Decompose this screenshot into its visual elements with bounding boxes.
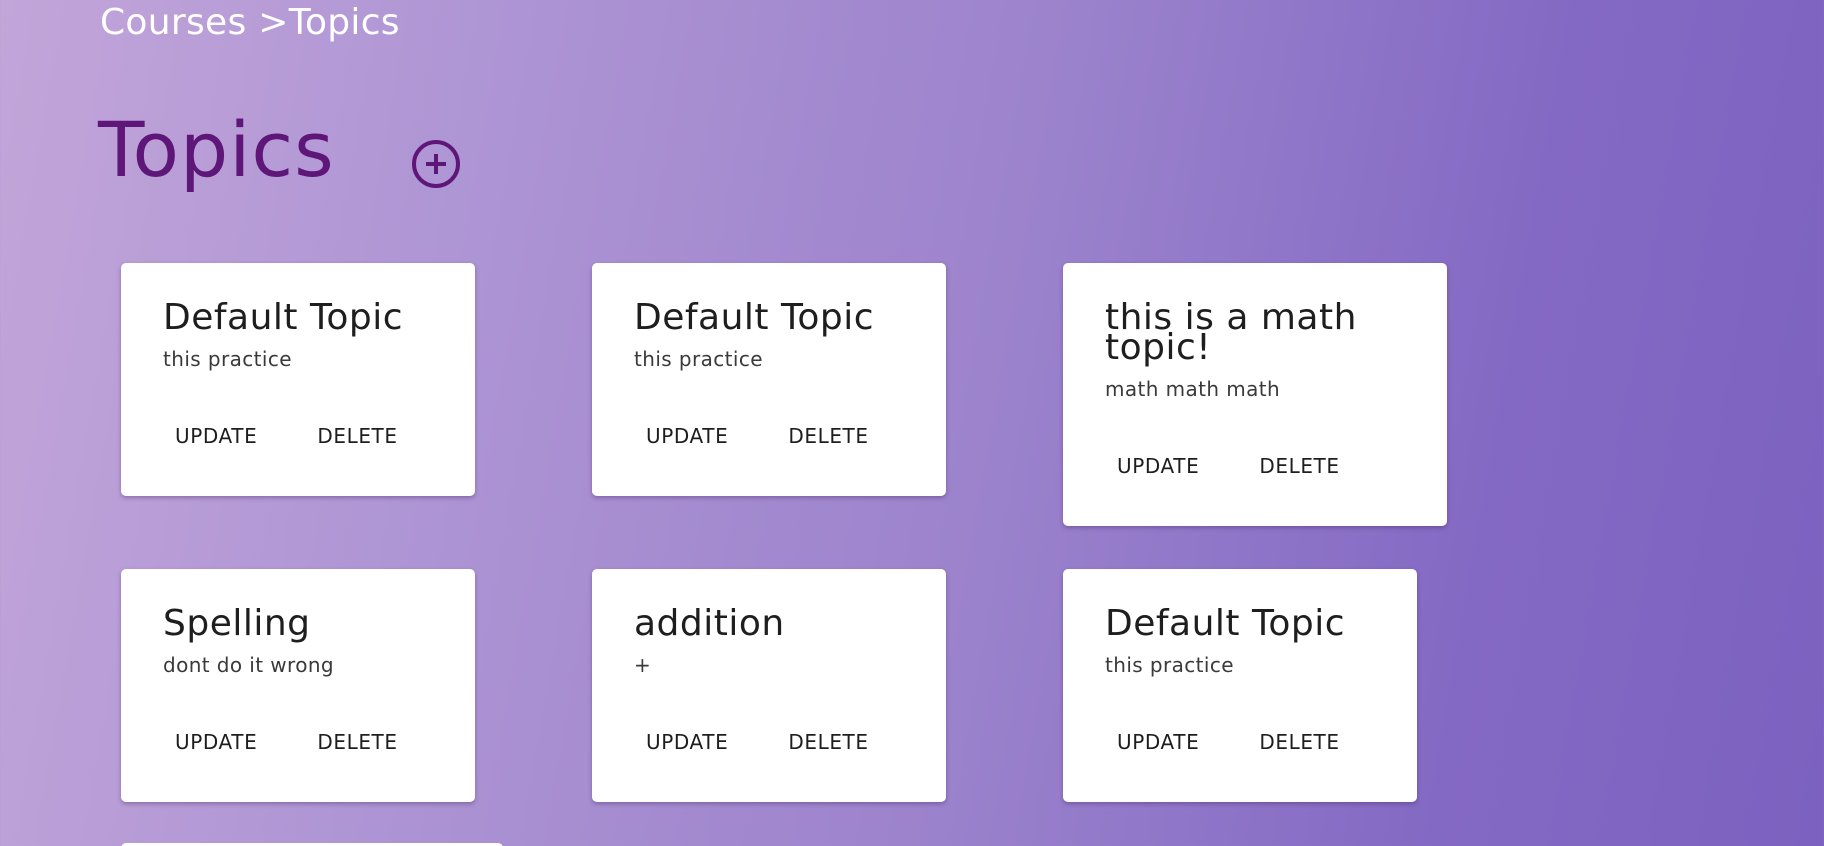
topic-description: this practice [1105,653,1234,677]
update-button[interactable]: UPDATE [163,420,269,452]
delete-button[interactable]: DELETE [1247,726,1351,758]
card-actions: UPDATE DELETE [163,420,410,452]
delete-button[interactable]: DELETE [776,420,880,452]
card-actions: UPDATE DELETE [1105,726,1352,758]
topic-title: Default Topic [1105,603,1346,644]
topic-description: this practice [634,347,763,371]
topic-description: dont do it wrong [163,653,334,677]
update-button[interactable]: UPDATE [634,420,740,452]
breadcrumb-courses-link[interactable]: Courses [100,2,247,43]
card-actions: UPDATE DELETE [163,726,410,758]
topic-card: this is a math topic! math math math UPD… [1063,263,1447,526]
update-button[interactable]: UPDATE [1105,726,1211,758]
topic-title: addition [634,603,785,644]
delete-button[interactable]: DELETE [1247,450,1351,482]
card-actions: UPDATE DELETE [634,420,881,452]
breadcrumb-current-topics: Topics [288,2,400,43]
card-actions: UPDATE DELETE [1105,450,1352,482]
topic-card: Spelling dont do it wrong UPDATE DELETE [121,569,475,802]
topic-description: + [634,653,652,677]
breadcrumb-separator: > [246,2,289,43]
delete-button[interactable]: DELETE [305,420,409,452]
topic-title: Spelling [163,603,311,644]
topic-title: Default Topic [634,297,875,338]
topic-card: Default Topic this practice UPDATE DELET… [592,263,946,496]
breadcrumb: Courses >Topics [100,2,400,43]
delete-button[interactable]: DELETE [776,726,880,758]
update-button[interactable]: UPDATE [1105,450,1211,482]
topic-title: this is a math topic! [1105,297,1357,368]
update-button[interactable]: UPDATE [634,726,740,758]
delete-button[interactable]: DELETE [305,726,409,758]
update-button[interactable]: UPDATE [163,726,269,758]
page-title: Topics [98,105,335,194]
card-actions: UPDATE DELETE [634,726,881,758]
topic-title: Default Topic [163,297,404,338]
topic-description: math math math [1105,377,1281,401]
topic-card: Default Topic this practice UPDATE DELET… [1063,569,1417,802]
add-topic-button[interactable] [412,140,460,188]
topic-card: addition + UPDATE DELETE [592,569,946,802]
topic-description: this practice [163,347,292,371]
topic-card: Default Topic this practice UPDATE DELET… [121,263,475,496]
